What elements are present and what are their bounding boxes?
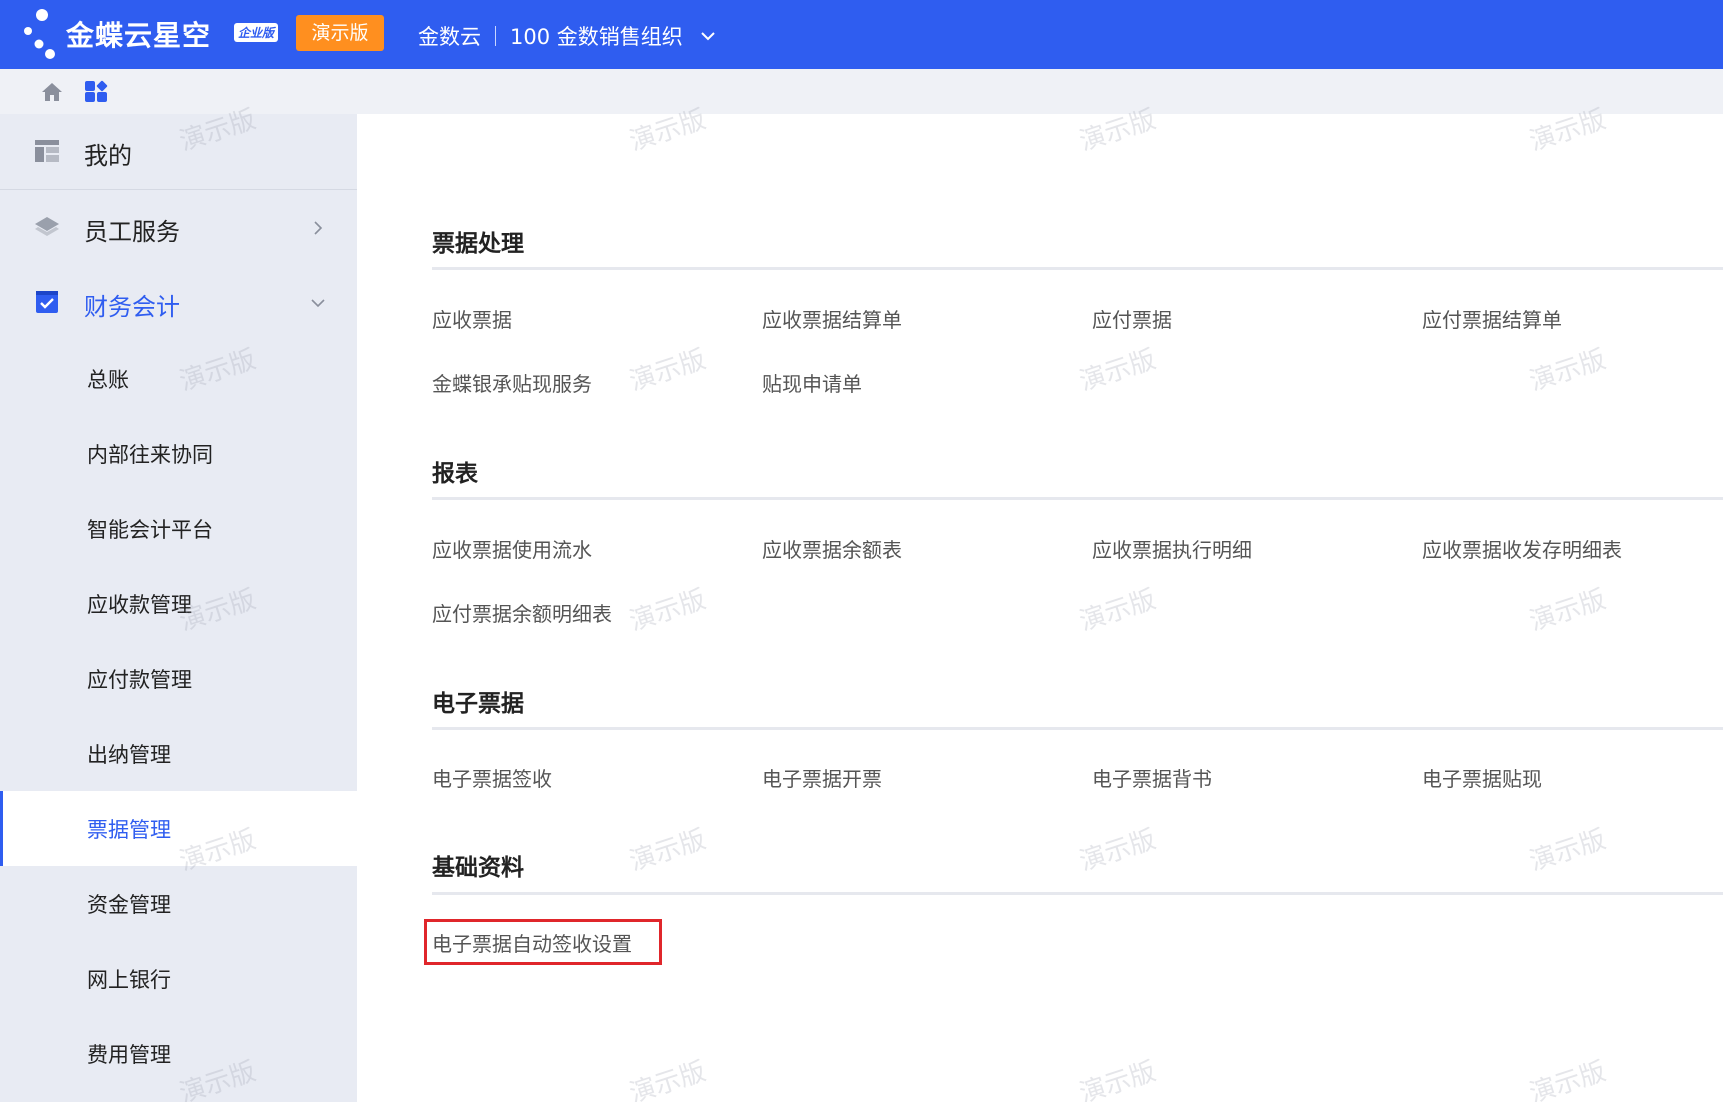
sidebar-item-label: 应付款管理 [87,667,192,692]
menu-link[interactable]: 应付票据 [1092,304,1172,333]
sidebar-item-payables[interactable]: 应付款管理 [0,641,357,716]
menu-link[interactable]: 金蝶银承贴现服务 [432,368,592,397]
main-content: 票据处理 应收票据 应收票据结算单 应付票据 应付票据结算单 金蝶银承贴现服务 … [357,114,1723,1102]
section-title: 报表 [432,461,478,487]
sidebar-item-intercompany[interactable]: 内部往来协同 [0,416,357,491]
quick-bar [0,69,1723,114]
tenant-name: 金数云 [418,25,481,49]
menu-link[interactable]: 应收票据结算单 [762,304,902,333]
menu-link[interactable]: 电子票据开票 [762,763,882,792]
layers-icon [35,217,59,236]
sidebar-item-label: 智能会计平台 [87,517,213,542]
dashboard-icon [35,140,59,162]
sidebar-item-label: 内部往来协同 [87,442,213,467]
brand-name: 金蝶云星空 [66,19,212,52]
sidebar: 我的 员工服务 财务会计 总账 内部往来协同 智能会计平台 应收款管理 应付款管… [0,114,357,1102]
sidebar-item-bill-management[interactable]: 票据管理 [0,791,357,866]
menu-link[interactable]: 应付票据结算单 [1422,304,1562,333]
menu-link[interactable]: 应收票据 [432,304,512,333]
section-divider [432,892,1723,895]
home-icon[interactable] [39,79,65,105]
sidebar-item-label: 费用管理 [87,1042,171,1067]
sidebar-item-smart-accounting[interactable]: 智能会计平台 [0,491,357,566]
brand-logo-icon [24,9,55,59]
chevron-down-icon [311,299,325,308]
sidebar-item-label: 员工服务 [84,218,180,246]
demo-button[interactable]: 演示版 [296,15,384,51]
sidebar-item-label: 资金管理 [87,892,171,917]
sidebar-item-label: 票据管理 [87,817,171,842]
sidebar-item-label: 财务会计 [84,293,180,321]
section-title: 票据处理 [432,231,524,257]
sidebar-item-label: 网上银行 [87,967,171,992]
sidebar-item-cashier[interactable]: 出纳管理 [0,716,357,791]
menu-link[interactable]: 电子票据自动签收设置 [432,928,632,957]
section-divider [432,267,1723,270]
menu-link[interactable]: 电子票据背书 [1092,763,1212,792]
chevron-down-icon[interactable] [699,27,717,45]
sidebar-item-receivables[interactable]: 应收款管理 [0,566,357,641]
org-switcher[interactable]: 金数云 100 金数销售组织 [418,21,717,51]
top-bar: 金蝶云星空 企业版 演示版 金数云 100 金数销售组织 [0,0,1723,69]
menu-link[interactable]: 应收票据执行明细 [1092,534,1252,563]
sidebar-item-employee-service[interactable]: 员工服务 [0,190,357,265]
apps-icon[interactable] [83,79,109,105]
sidebar-item-label: 总账 [87,367,129,392]
org-separator [495,26,496,46]
section-divider [432,727,1723,730]
sidebar-item-label: 我的 [84,142,132,170]
menu-link[interactable]: 应付票据余额明细表 [432,598,612,627]
sidebar-item-expense-management[interactable]: 费用管理 [0,1016,357,1091]
brand-badge: 企业版 [234,23,279,42]
sidebar-item-mine[interactable]: 我的 [0,114,357,189]
menu-link[interactable]: 贴现申请单 [762,368,862,397]
section-title: 电子票据 [432,691,524,717]
menu-link[interactable]: 应收票据收发存明细表 [1422,534,1622,563]
sidebar-item-label: 出纳管理 [87,742,171,767]
section-title: 基础资料 [432,855,524,881]
menu-link[interactable]: 电子票据签收 [432,763,552,792]
menu-link[interactable]: 电子票据贴现 [1422,763,1542,792]
sidebar-item-label: 应收款管理 [87,592,192,617]
sidebar-item-finance[interactable]: 财务会计 [0,265,357,340]
chevron-right-icon [314,221,323,235]
menu-link[interactable]: 应收票据使用流水 [432,534,592,563]
section-divider [432,497,1723,500]
sidebar-item-fund-management[interactable]: 资金管理 [0,866,357,941]
menu-link[interactable]: 应收票据余额表 [762,534,902,563]
org-name: 100 金数销售组织 [510,25,683,49]
sidebar-item-general-ledger[interactable]: 总账 [0,341,357,416]
sidebar-item-online-banking[interactable]: 网上银行 [0,941,357,1016]
checkbox-icon [36,291,58,313]
